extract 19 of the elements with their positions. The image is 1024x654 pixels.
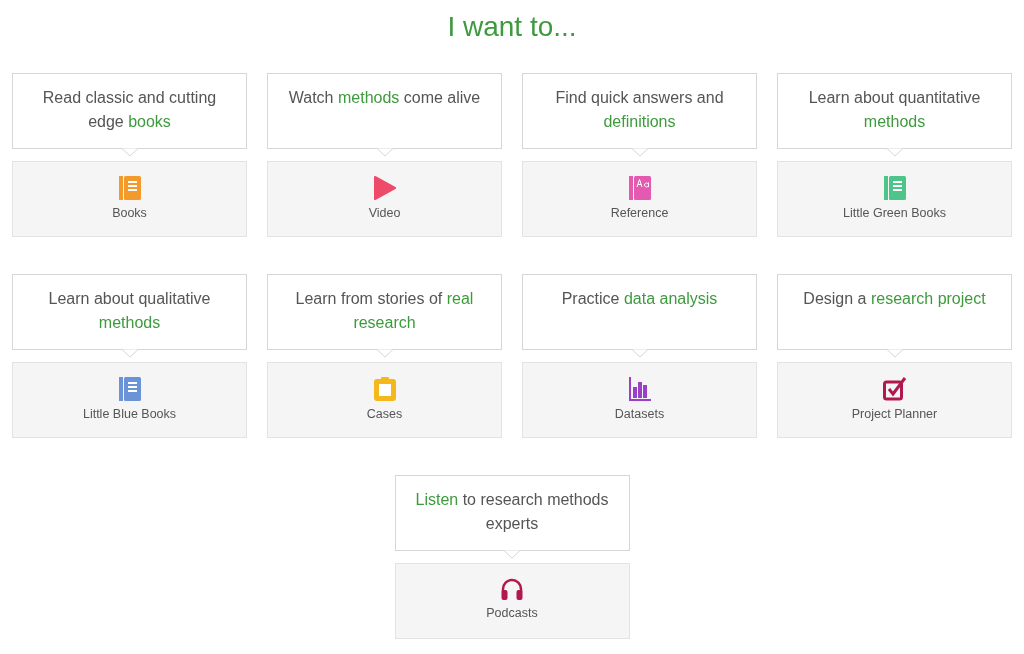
category-link[interactable]: Video (267, 161, 502, 237)
category-link[interactable]: Datasets (522, 362, 757, 438)
prompt-text: Read classic and cutting edge books (41, 88, 218, 132)
category-link[interactable]: Books (12, 161, 247, 237)
category-link[interactable]: Little Green Books (777, 161, 1012, 237)
prompt-text: Watch methods come alive (287, 88, 482, 108)
category-link[interactable]: Reference (522, 161, 757, 237)
prompt-text: Listen to research methods experts (414, 490, 610, 534)
prompt-text: Learn about quantitative methods (807, 88, 982, 132)
category-link[interactable]: Little Blue Books (12, 362, 247, 438)
prompt-text: Design a research project (802, 289, 987, 309)
category-link[interactable]: Podcasts (394, 563, 630, 639)
page-heading: I want to... (446, 10, 578, 44)
category-link[interactable]: Cases (267, 362, 502, 438)
prompt-text: Learn about qualitative methods (47, 289, 212, 333)
prompt-text: Find quick answers and definitions (554, 88, 725, 132)
category-link[interactable]: Project Planner (777, 362, 1012, 438)
prompt-text: Learn from stories of real research (294, 289, 475, 333)
prompt-text: Practice data analysis (560, 289, 719, 309)
